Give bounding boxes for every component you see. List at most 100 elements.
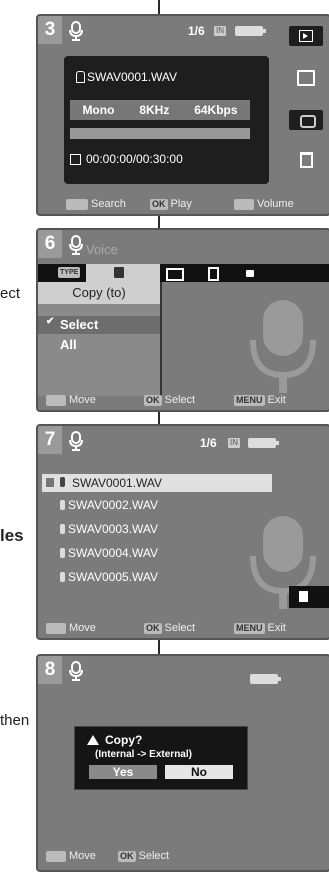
hint-select: OK Select: [144, 394, 196, 406]
option-all[interactable]: All: [60, 337, 77, 352]
bitrate-label: 64Kbps: [194, 103, 238, 117]
voice-file-icon: [60, 524, 65, 534]
hint-move: Move: [46, 622, 96, 634]
voice-file-icon: [60, 477, 65, 487]
connector-line: [158, 640, 160, 654]
list-icon[interactable]: [297, 70, 315, 86]
copy-submenu: Copy (to) ✔ Select All: [38, 282, 162, 396]
channel-label: Mono: [82, 103, 115, 117]
step-number: 7: [38, 426, 62, 454]
side-text-then: then: [0, 712, 30, 729]
hint-play: OK Play: [150, 198, 192, 210]
file-row[interactable]: SWAV0003.WAV: [60, 522, 158, 536]
step-number: 6: [38, 230, 62, 258]
option-select[interactable]: ✔ Select: [38, 316, 160, 334]
stop-icon: [70, 153, 81, 165]
battery-icon: [250, 674, 281, 684]
hint-search: Search: [66, 198, 126, 210]
hint-volume: Volume: [234, 198, 294, 210]
play-mode-icon[interactable]: [289, 26, 323, 46]
hint-select: OK Select: [144, 622, 196, 634]
hint-bar: Search OK Play Volume: [38, 196, 329, 214]
voice-file-icon: [76, 71, 85, 83]
hint-exit: MENU Exit: [234, 394, 286, 406]
no-button[interactable]: No: [165, 765, 233, 779]
hint-bar: Move OK Select: [38, 848, 329, 866]
file-row[interactable]: SWAV0002.WAV: [60, 498, 158, 512]
tab-display[interactable]: [166, 268, 184, 281]
copy-icon: [114, 267, 124, 278]
move-key-icon: [46, 622, 66, 634]
screen-step-7: 7 1/6 IN SWAV0001.WAV SWAV0002.WAV SWAV0…: [36, 424, 329, 640]
file-row[interactable]: SWAV0005.WAV: [60, 570, 158, 584]
warning-icon: [87, 735, 99, 745]
side-menu: [283, 26, 329, 176]
file-row-selected[interactable]: SWAV0001.WAV: [42, 474, 272, 492]
connector-line: [158, 0, 160, 14]
menu-key: MENU: [234, 622, 265, 634]
copy-mark-icon: [46, 478, 54, 487]
ok-key: OK: [144, 394, 162, 406]
tab-copy[interactable]: [86, 264, 160, 282]
voice-file-icon: [60, 500, 65, 510]
voice-file-icon: [60, 548, 65, 558]
submenu-header: Copy (to): [38, 282, 160, 304]
hint-bar: Move OK Select MENU Exit: [38, 392, 329, 410]
tab-type[interactable]: TYPE: [58, 267, 81, 278]
time-display: 00:00:00/00:30:00: [86, 152, 183, 166]
connector-line: [158, 412, 160, 424]
file-name: SWAV0001.WAV: [87, 70, 178, 84]
menu-key: MENU: [234, 394, 265, 406]
memory-badge: IN: [228, 438, 240, 448]
delete-icon[interactable]: [300, 152, 313, 168]
file-row[interactable]: SWAV0004.WAV: [60, 546, 158, 560]
screen-title: Voice: [86, 242, 118, 257]
sample-rate-label: 8KHz: [139, 103, 170, 117]
file-counter: 1/6: [200, 436, 217, 450]
hint-move: Move: [46, 394, 96, 406]
yes-button[interactable]: Yes: [89, 765, 157, 779]
tab-strip: TYPE: [38, 264, 329, 282]
search-key-icon: [66, 198, 88, 210]
microphone-icon: [69, 235, 83, 255]
background-microphone-icon: [250, 300, 316, 393]
microphone-icon: [69, 431, 83, 451]
time-row: 00:00:00/00:30:00: [70, 152, 183, 166]
hint-bar: Move OK Select MENU Exit: [38, 620, 329, 638]
audio-info-row: Mono 8KHz 64Kbps: [70, 100, 250, 120]
move-key-icon: [46, 394, 66, 406]
hint-select: OK Select: [118, 850, 170, 862]
microphone-icon: [69, 661, 83, 681]
hint-move: Move: [46, 850, 96, 862]
step-number: 8: [38, 656, 62, 684]
file-info-box: SWAV0001.WAV Mono 8KHz 64Kbps 00:00:00/0…: [64, 56, 269, 184]
check-icon: ✔: [46, 316, 55, 327]
ok-key: OK: [144, 622, 162, 634]
memory-badge: IN: [214, 26, 226, 36]
progress-bar: [70, 128, 250, 139]
file-row: SWAV0001.WAV: [76, 70, 177, 84]
copy-dialog: Copy? (Internal -> External) Yes No: [74, 726, 248, 790]
voice-file-icon: [60, 572, 65, 582]
connector-line: [158, 216, 160, 228]
screen-step-3: 3 1/6 IN SWAV0001.WAV Mono 8KHz 64Kbps 0…: [36, 14, 329, 216]
hint-exit: MENU Exit: [234, 622, 286, 634]
tab-lock[interactable]: [246, 270, 254, 277]
move-key-icon: [46, 850, 66, 862]
side-text-les: les: [0, 526, 24, 545]
dialog-title-row: Copy?: [87, 733, 142, 747]
side-text-ect: ect: [0, 285, 21, 302]
step-number: 3: [38, 16, 62, 44]
copy-mode-icon[interactable]: [289, 586, 329, 608]
battery-icon: [248, 438, 279, 448]
ok-key: OK: [150, 198, 168, 210]
battery-icon: [235, 26, 266, 36]
ok-key: OK: [118, 850, 136, 862]
screen-step-8: 8 Copy? (Internal -> External) Yes No Mo…: [36, 654, 329, 872]
screen-step-6: 6 Voice TYPE Copy (to) ✔ Select All Move…: [36, 228, 329, 412]
settings-icon[interactable]: [289, 110, 323, 130]
tab-delete[interactable]: [208, 267, 219, 281]
volume-key-icon: [234, 198, 254, 210]
dialog-subtitle: (Internal -> External): [95, 749, 192, 760]
file-counter: 1/6: [188, 24, 205, 38]
